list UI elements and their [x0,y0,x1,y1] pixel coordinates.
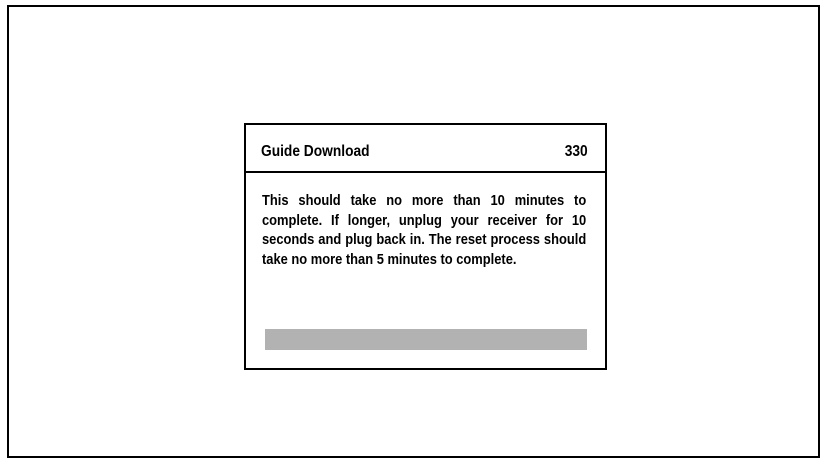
progress-bar [265,329,587,350]
dialog-title: Guide Download [261,143,370,160]
screen-frame: Guide Download 330 This should take no m… [7,5,820,458]
progress-fill [265,329,587,350]
guide-download-dialog: Guide Download 330 This should take no m… [244,123,607,370]
dialog-header: Guide Download 330 [246,125,605,173]
dialog-code: 330 [565,143,588,160]
dialog-message: This should take no more than 10 minutes… [262,192,587,268]
